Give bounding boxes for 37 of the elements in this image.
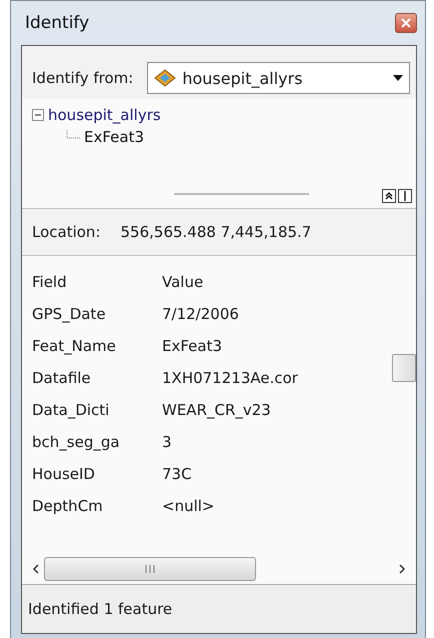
scroll-thumb[interactable] [392,354,416,382]
field-value-cell-text: ExFeat3 [162,337,224,355]
field-name-cell-text: GPS_Date [32,305,107,323]
window-title: Identify [24,13,90,33]
column-header[interactable]: Value [162,273,392,291]
scroll-right-icon[interactable] [398,563,406,575]
tree-item[interactable]: housepit_allyrs [48,106,161,124]
layout-button[interactable] [398,189,412,203]
field-value-cell-text: WEAR_CR_v23 [162,401,272,419]
field-name-cell-text: Feat_Name [32,337,117,355]
collapse-button[interactable] [382,189,396,203]
location-label: Location: [32,223,100,241]
field-name-cell-text: Data_Dicti [32,401,110,419]
grip-icon [144,564,156,574]
close-icon [401,18,411,28]
identify-from-label: Identify from: [32,69,134,87]
field-name-cell-text: DepthCm [32,497,104,515]
close-button[interactable] [395,13,417,33]
layer-icon [154,69,176,87]
scroll-left-icon[interactable] [32,563,40,575]
status-text: Identified 1 feature [22,584,416,633]
bar-icon [403,191,407,201]
field-value-cell-text: 3 [162,433,173,451]
field-value-cell-text: 7/12/2006 [162,305,240,323]
collapse-icon[interactable] [32,109,44,121]
field-name-cell-text: bch_seg_ga [32,433,121,451]
field-value-cell-text: <null> [162,497,216,515]
field-name-cell-text: HouseID [32,465,96,483]
field-value-cell-text: 1XH071213Ae.cor [162,369,299,387]
double-chevron-up-icon [384,191,394,201]
column-header[interactable]: Field [32,273,162,291]
layer-dropdown[interactable]: housepit_allyrs [147,62,410,94]
field-name-cell-text: Datafile [32,369,92,387]
tree-item[interactable]: ExFeat3 [84,128,144,146]
location-value: 556,565.488 7,445,185.7 [120,223,312,241]
field-value-cell-text: 73C [162,465,193,483]
dropdown-arrow-icon [391,73,405,83]
